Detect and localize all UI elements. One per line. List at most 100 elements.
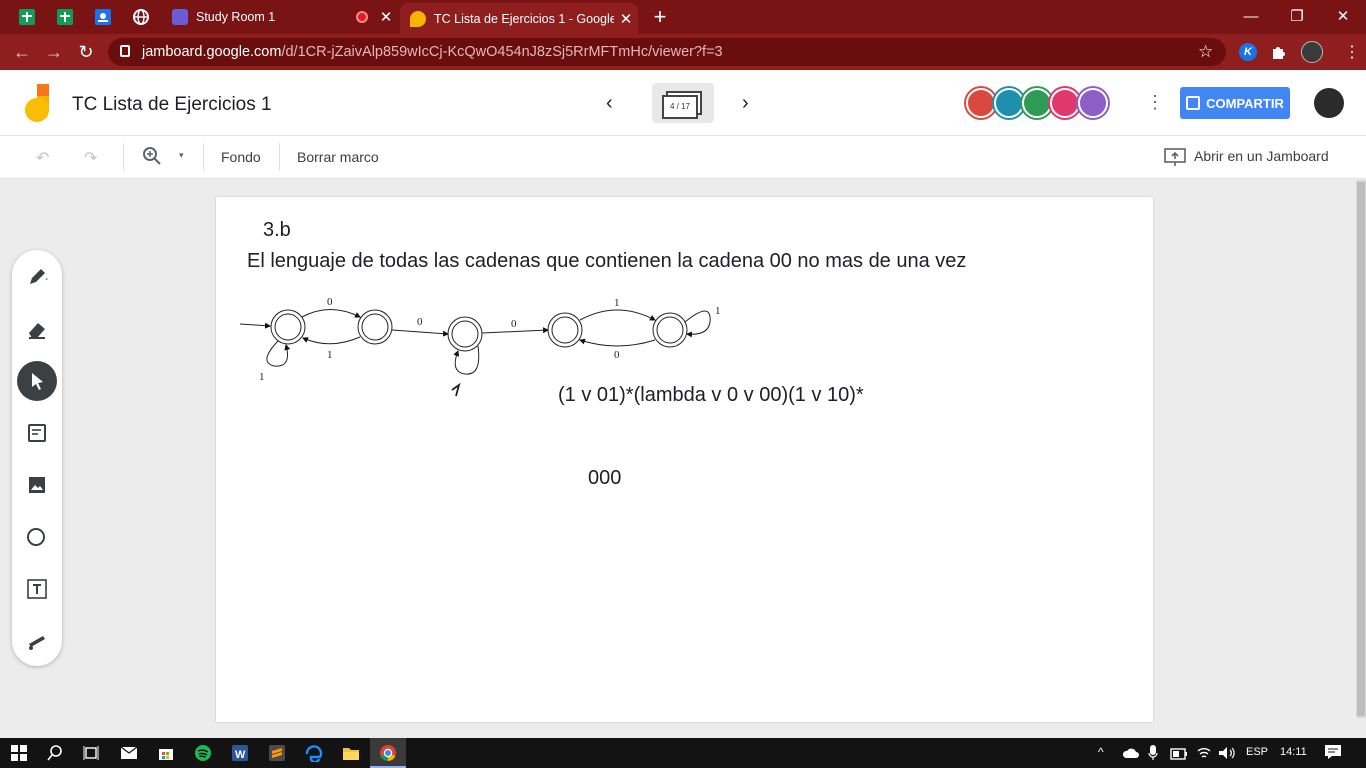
input-language[interactable]: ESP <box>1246 746 1268 758</box>
wifi-icon[interactable] <box>1196 745 1212 761</box>
open-in-jamboard-icon[interactable] <box>1164 147 1186 167</box>
text-box-tool-icon[interactable] <box>17 569 57 609</box>
new-tab-button[interactable]: + <box>648 6 672 28</box>
bookmark-star-icon[interactable]: ☆ <box>1198 42 1213 62</box>
exercise-statement: El lenguaje de todas las cadenas que con… <box>247 250 967 272</box>
state-q3 <box>547 312 583 348</box>
address-bar[interactable]: jamboard.google.com/d/1CR-jZaivAlp859wIc… <box>108 38 1226 66</box>
mail-icon[interactable] <box>118 742 140 764</box>
store-icon[interactable] <box>155 742 177 764</box>
share-button[interactable]: COMPARTIR <box>1180 87 1290 119</box>
frame-bar-toggle[interactable]: 4 / 17 <box>652 83 714 123</box>
state-q0 <box>270 309 306 345</box>
pinned-tab-sheets-icon[interactable] <box>54 6 76 28</box>
collaborator-avatar[interactable] <box>966 88 996 118</box>
pinned-tab-sheets-icon[interactable] <box>16 6 38 28</box>
close-tab-icon[interactable]: ✕ <box>374 8 398 26</box>
chrome-menu-icon[interactable]: ⋮ <box>1344 42 1360 62</box>
scrollbar-thumb[interactable] <box>1357 182 1365 716</box>
account-avatar[interactable] <box>1314 88 1344 118</box>
transition-label: 0 <box>417 316 423 328</box>
more-options-icon[interactable]: ⋮ <box>1146 92 1164 113</box>
redo-icon[interactable]: ↷ <box>84 148 97 168</box>
chrome-icon[interactable] <box>377 742 399 764</box>
file-explorer-icon[interactable] <box>340 742 362 764</box>
transition-label: 0 <box>327 296 333 308</box>
background-button[interactable]: Fondo <box>221 149 261 165</box>
edge-icon[interactable] <box>303 742 325 764</box>
tab-study-room[interactable]: Study Room 1 ✕ <box>162 0 398 34</box>
collaborator-avatar[interactable] <box>1078 88 1108 118</box>
spotify-icon[interactable] <box>192 742 214 764</box>
lock-icon <box>120 45 130 57</box>
regular-expression: (1 v 01)*(lambda v 0 v 00)(1 v 10)* <box>558 384 864 406</box>
taskbar-clock[interactable]: 14:11 <box>1280 746 1307 758</box>
open-in-jamboard-button[interactable]: Abrir en un Jamboard <box>1194 148 1329 164</box>
url-path: /d/1CR-jZaivAlp859wIcCj-KcQwO454nJ8zSj5R… <box>281 44 723 60</box>
page-title[interactable]: TC Lista de Ejercicios 1 <box>72 94 272 116</box>
select-tool-icon[interactable] <box>17 361 57 401</box>
pinned-tab-classroom-icon[interactable] <box>92 6 114 28</box>
svg-text:W: W <box>235 749 246 761</box>
clear-frame-button[interactable]: Borrar marco <box>297 149 379 165</box>
collaborator-avatar[interactable] <box>1022 88 1052 118</box>
share-icon <box>1186 96 1201 110</box>
laser-tool-icon[interactable] <box>17 621 57 661</box>
divider <box>279 143 280 171</box>
weather-cloud-icon[interactable] <box>1122 746 1140 760</box>
shape-tool-icon[interactable] <box>17 517 57 557</box>
transition-label: 1 <box>614 297 620 309</box>
back-button[interactable]: ← <box>10 40 34 64</box>
minimize-button[interactable]: — <box>1228 0 1274 32</box>
profile-avatar[interactable] <box>1301 41 1323 63</box>
next-frame-button[interactable]: › <box>742 92 749 115</box>
image-tool-icon[interactable] <box>17 465 57 505</box>
collaborator-avatar[interactable] <box>1050 88 1080 118</box>
transition-label: 1 <box>259 371 265 383</box>
whiteboard-canvas[interactable] <box>216 197 1153 722</box>
frame-toolbar <box>0 136 1366 179</box>
zoom-icon[interactable] <box>142 146 162 166</box>
extension-k-icon[interactable]: K <box>1239 43 1257 61</box>
state-q1 <box>357 309 393 345</box>
study-room-favicon-icon <box>172 9 188 25</box>
undo-icon[interactable]: ↶ <box>36 148 49 168</box>
reload-button[interactable]: ↻ <box>74 40 98 64</box>
exercise-heading: 3.b <box>263 219 291 241</box>
jamboard-logo-icon[interactable] <box>22 84 52 122</box>
state-q2 <box>447 316 483 352</box>
pen-tool-icon[interactable] <box>17 257 57 297</box>
volume-icon[interactable] <box>1218 745 1236 761</box>
forward-button[interactable]: → <box>42 40 66 64</box>
windows-start-icon[interactable] <box>8 742 30 764</box>
transition-label: 0 <box>511 318 517 330</box>
transition-label: 1 <box>327 349 333 361</box>
example-string: 000 <box>588 467 622 489</box>
tab-jamboard[interactable]: TC Lista de Ejercicios 1 - Google J ✕ <box>400 3 638 34</box>
eraser-tool-icon[interactable] <box>17 309 57 349</box>
notifications-icon[interactable] <box>1324 744 1342 760</box>
battery-icon[interactable] <box>1170 747 1188 760</box>
sublime-text-icon[interactable] <box>266 742 288 764</box>
recording-indicator-icon <box>356 11 368 23</box>
state-q4 <box>652 312 688 348</box>
transition-label: 1 <box>715 305 721 317</box>
search-icon[interactable] <box>44 742 66 764</box>
microphone-icon[interactable] <box>1148 745 1158 761</box>
collaborator-avatar[interactable] <box>994 88 1024 118</box>
frame-counter: 4 / 17 <box>662 95 698 119</box>
close-window-button[interactable]: ✕ <box>1320 0 1366 32</box>
close-tab-icon[interactable]: ✕ <box>614 10 638 28</box>
divider <box>123 143 124 171</box>
word-icon[interactable]: W <box>229 742 251 764</box>
zoom-dropdown-icon[interactable]: ▾ <box>179 150 184 161</box>
jamboard-favicon-icon <box>410 10 426 27</box>
tray-overflow-icon[interactable]: ^ <box>1098 745 1104 759</box>
extensions-puzzle-icon[interactable] <box>1270 42 1288 60</box>
transition-label: 0 <box>614 349 620 361</box>
previous-frame-button[interactable]: ‹ <box>606 92 613 115</box>
pinned-tab-globe-icon[interactable] <box>130 6 152 28</box>
restore-button[interactable]: ❐ <box>1274 0 1320 32</box>
sticky-note-tool-icon[interactable] <box>17 413 57 453</box>
task-view-icon[interactable] <box>80 742 102 764</box>
